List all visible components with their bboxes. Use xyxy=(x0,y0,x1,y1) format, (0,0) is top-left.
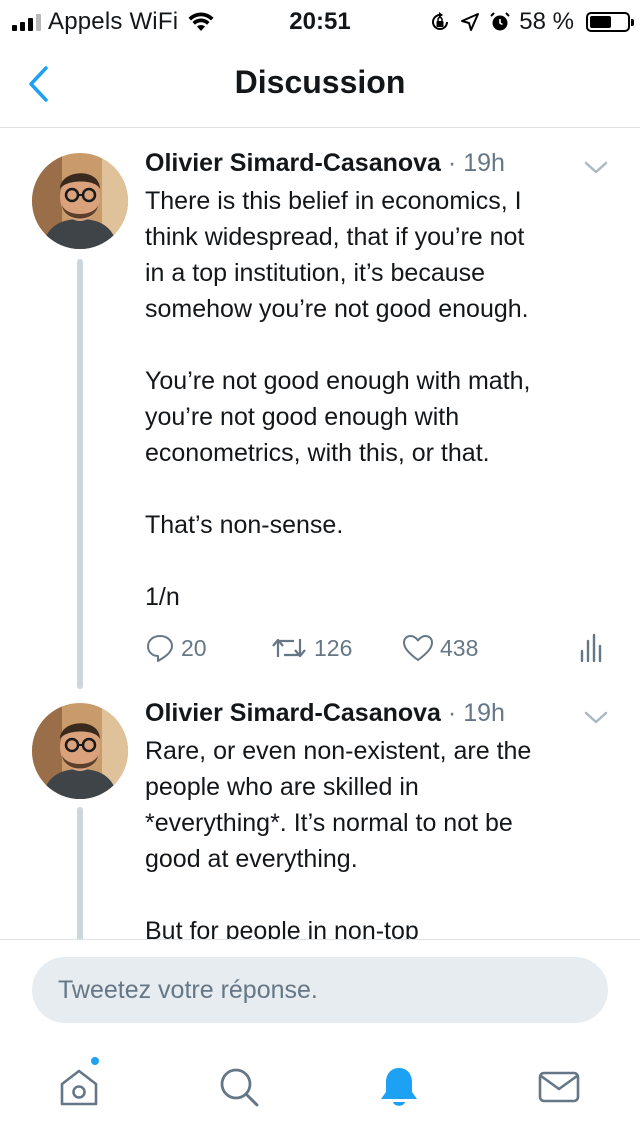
rotation-lock-icon xyxy=(432,12,449,30)
tweet[interactable]: Olivier Simard-Casanova · 19h Rare, or e… xyxy=(0,689,640,939)
retweet-count: 126 xyxy=(314,634,353,661)
notifications-icon xyxy=(381,1068,417,1106)
tweet-text: There is this belief in economics, I thi… xyxy=(145,183,615,651)
reply-input[interactable] xyxy=(32,957,608,1023)
tweet-paragraph: But for people in non-top xyxy=(145,913,615,939)
battery-percent: 58 % xyxy=(519,8,574,35)
like-count: 438 xyxy=(440,634,479,661)
tweet-line: Rare, or even non-existent, are the xyxy=(145,737,532,765)
tweet-actions: 20 126 438 xyxy=(145,633,615,673)
tweet-line: There is this belief in economics, I xyxy=(145,187,522,215)
tweet-line: *everything*. It’s normal to not be xyxy=(145,809,513,837)
tweet-line: 1/n xyxy=(145,583,180,611)
tweet-line: think widespread, that if you’re not xyxy=(145,223,525,251)
tweet-line: you’re not good enough with xyxy=(145,403,460,431)
chevron-down-icon[interactable] xyxy=(582,159,610,177)
tab-bar xyxy=(0,1040,640,1136)
reply-icon xyxy=(147,635,173,662)
tweet-paragraph: That’s non-sense. xyxy=(145,507,615,543)
reply-composer xyxy=(0,939,640,1039)
tweet-paragraph: 1/n xyxy=(145,579,615,615)
alarm-icon xyxy=(490,12,511,31)
author-name[interactable]: Olivier Simard-Casanova xyxy=(145,699,441,727)
location-arrow-icon xyxy=(461,13,480,31)
page-title: Discussion xyxy=(234,64,406,100)
heart-icon xyxy=(403,635,433,661)
home-icon xyxy=(60,1069,98,1106)
tab-home[interactable] xyxy=(54,1056,104,1112)
tweet-time: 19h xyxy=(463,699,505,727)
tweet-header: Olivier Simard-Casanova · 19h xyxy=(145,699,505,728)
thread-line xyxy=(77,259,83,689)
tweet-paragraph: There is this belief in economics, I thi… xyxy=(145,183,615,327)
reply-count: 20 xyxy=(181,634,207,661)
tweet-time: 19h xyxy=(463,149,505,177)
tab-search[interactable] xyxy=(214,1062,264,1112)
status-right: 58 % xyxy=(429,8,634,36)
tweet-line: somehow you’re not good enough. xyxy=(145,295,529,323)
author-avatar[interactable] xyxy=(32,153,128,249)
tweet-line: econometrics, with this, or that. xyxy=(145,439,490,467)
tweet-line: in a top institution, it’s because xyxy=(145,259,486,287)
tweet-thread[interactable]: Olivier Simard-Casanova · 19h There is t… xyxy=(0,129,640,939)
battery-level xyxy=(590,16,611,28)
tab-notifications[interactable] xyxy=(374,1062,424,1112)
author-name[interactable]: Olivier Simard-Casanova xyxy=(145,149,441,177)
tweet-line: You’re not good enough with math, xyxy=(145,367,531,395)
thread-line xyxy=(77,807,83,939)
home-notification-dot xyxy=(90,1056,100,1066)
messages-icon xyxy=(538,1071,580,1103)
tweet-header: Olivier Simard-Casanova · 19h xyxy=(145,149,505,178)
tweet-line: people who are skilled in xyxy=(145,773,419,801)
tweet[interactable]: Olivier Simard-Casanova · 19h There is t… xyxy=(0,129,640,689)
author-avatar[interactable] xyxy=(32,703,128,799)
tweet-paragraph: You’re not good enough with math, you’re… xyxy=(145,363,615,471)
tweet-line: That’s non-sense. xyxy=(145,511,344,539)
meta-separator: · xyxy=(447,149,457,177)
author-photo xyxy=(32,153,128,249)
retweet-button[interactable]: 126 xyxy=(270,633,352,663)
nav-bar: Discussion xyxy=(0,42,640,128)
tweet-line: But for people in non-top xyxy=(145,917,419,939)
tweet-text: Rare, or even non-existent, are the peop… xyxy=(145,733,615,939)
tweet-line: good at everything. xyxy=(145,845,358,873)
meta-separator: · xyxy=(447,699,457,727)
battery-icon xyxy=(586,12,634,32)
tweet-paragraph: Rare, or even non-existent, are the peop… xyxy=(145,733,615,877)
author-photo xyxy=(32,703,128,799)
like-button[interactable]: 438 xyxy=(402,633,478,663)
tab-messages[interactable] xyxy=(534,1062,584,1112)
retweet-icon xyxy=(272,638,306,658)
analytics-button[interactable] xyxy=(578,633,604,663)
analytics-icon xyxy=(580,633,602,663)
search-icon xyxy=(220,1068,259,1107)
status-bar: Appels WiFi 20:51 58 % xyxy=(0,0,640,42)
reply-button[interactable]: 20 xyxy=(145,633,207,663)
chevron-down-icon[interactable] xyxy=(582,709,610,727)
